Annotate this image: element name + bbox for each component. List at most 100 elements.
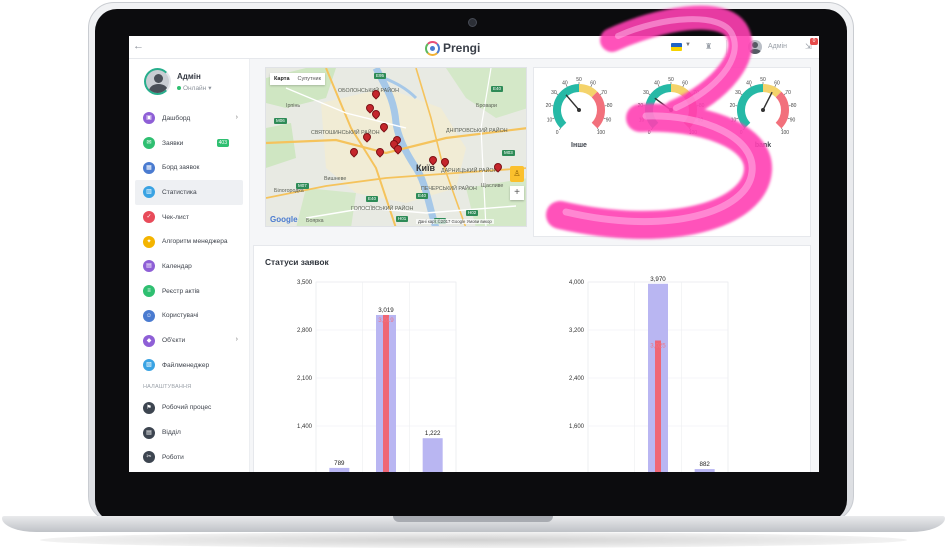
sidebar-item-bulb[interactable]: ✦ Алгоритм менеджера — [135, 229, 243, 254]
data-label: 3,970 — [650, 276, 666, 283]
sidebar-item-department[interactable]: ▤ Відділ — [135, 420, 243, 445]
sidebar: Адмін Онлайн ▾ ▣ Дашборд › ✉ Заявки 403 ▦ Борд … — [129, 59, 250, 472]
map-label: ПЕЧЕРСЬКИЙ РАЙОН — [421, 186, 477, 192]
chevron-down-icon[interactable]: ▼ — [685, 42, 691, 48]
y-tick-label: 4,000 — [569, 280, 585, 286]
gauge-hub — [577, 108, 581, 112]
road-badge: H01 — [396, 216, 409, 222]
gauge-tick-label: 40 — [654, 80, 660, 86]
sidebar-item-objects[interactable]: ◆ Об'єкти › — [135, 328, 243, 353]
map-pin[interactable] — [361, 131, 373, 143]
sidebar-item-workflow[interactable]: ⚑ Робочий процес — [135, 396, 243, 421]
bar — [655, 340, 661, 472]
sidebar-item-label: Календар — [162, 262, 192, 270]
avatar[interactable] — [748, 40, 762, 54]
map-label: Бровари — [476, 103, 497, 109]
tab-satellite[interactable]: Супутник — [294, 73, 326, 85]
sidebar-item-stats[interactable]: ▥ Статистика — [135, 180, 243, 205]
gauge-band-yellow — [578, 84, 598, 98]
map-pin-icon — [378, 121, 390, 133]
sidebar-item-files[interactable]: ▧ Файлменеджер — [135, 353, 243, 378]
map-pin[interactable] — [439, 156, 451, 168]
gauge-tick-label: 90 — [698, 118, 704, 124]
chevron-down-icon: ▾ — [208, 85, 212, 92]
map-widget[interactable]: Карта Супутник Ірпінь СВЯТОШИНСЬКИЙ РАЙОН… — [265, 67, 527, 227]
gauge-tick — [650, 128, 653, 131]
sidebar-item-ticket[interactable]: ✉ Заявки 403 — [135, 131, 243, 156]
sidebar-item-registry[interactable]: ≡ Реєстр актів — [135, 279, 243, 304]
sidebar-item-label: Статистика — [162, 188, 197, 196]
sidebar-item-tools[interactable]: ✂ Роботи — [135, 445, 243, 470]
map-pin[interactable] — [374, 146, 386, 158]
gauge-tick-label: 0 — [648, 130, 651, 136]
sidebar-item-calendar[interactable]: ▤ Календар — [135, 254, 243, 279]
statuses-title: Статуси заявок — [265, 257, 329, 267]
statuses-card: Статуси заявок 7001,4002,1002,8003,50078… — [253, 245, 811, 472]
sidebar-item-board[interactable]: ▦ Борд заявок — [135, 155, 243, 180]
top-bar: ← Prengi ▼ ♜ Адмін ⇲ 0 — [129, 36, 819, 59]
profile-status[interactable]: Онлайн ▾ — [177, 84, 212, 92]
sidebar-item-dashboard[interactable]: ▣ Дашборд › — [135, 106, 243, 131]
map-pin-icon — [492, 161, 504, 173]
map-pin[interactable] — [348, 146, 360, 158]
map-pin-icon — [370, 88, 382, 100]
sidebar-item-label: Користувачі — [162, 312, 199, 320]
gauge-dial: 0102030405060708090100 — [546, 77, 613, 136]
gauge-needle — [654, 97, 672, 111]
sidebar-item-label: Об'єкти — [162, 337, 186, 345]
sidebar-item-label: Роботи — [162, 453, 184, 461]
map-pin[interactable] — [492, 161, 504, 173]
gauge-label: Інше — [571, 142, 587, 149]
gauge-tick — [742, 128, 745, 131]
ukraine-flag-icon[interactable] — [671, 43, 682, 51]
map-pin[interactable] — [370, 108, 382, 120]
map-label: ГОЛОСІЇВСЬКИЙ РАЙОН — [351, 206, 414, 212]
map-pin[interactable] — [378, 121, 390, 133]
gauge-tick-label: 70 — [693, 90, 699, 96]
sidebar-item-label: Чек-лист — [162, 213, 189, 221]
map-label: Боярка — [306, 218, 324, 224]
map-label: Вишневе — [324, 176, 347, 182]
map-label: ДНІПРОВСЬКИЙ РАЙОН — [446, 128, 508, 134]
users-icon: ☺ — [143, 309, 155, 322]
y-tick-label: 3,200 — [569, 328, 585, 334]
road-badge: E40 — [366, 196, 379, 202]
brand-name: Prengi — [443, 41, 481, 55]
sidebar-item-label: Заявки — [162, 139, 184, 147]
top-user-name[interactable]: Адмін — [768, 43, 787, 50]
gauge-tick-label: 70 — [785, 90, 791, 96]
notification-badge: 0 — [810, 38, 818, 45]
sidebar-item-users[interactable]: ☺ Користувачі — [135, 304, 243, 329]
y-tick-label: 1,400 — [297, 424, 313, 430]
map-pin[interactable] — [392, 143, 404, 155]
map-pin[interactable] — [427, 154, 439, 166]
tab-map[interactable]: Карта — [270, 73, 294, 85]
data-label: 789 — [334, 460, 345, 467]
objects-icon: ◆ — [143, 334, 155, 347]
map-pin[interactable] — [370, 88, 382, 100]
gauge-band-red — [775, 91, 789, 129]
laptop-notch — [393, 516, 553, 522]
road-badge: M07 — [296, 183, 309, 189]
gauge-tick-label: 10 — [639, 118, 645, 124]
gauge-tick-label: 80 — [699, 103, 705, 109]
map-attribution[interactable]: Дані карт ©2017 Google Умови викор — [416, 219, 494, 224]
gauge-tick-label: 40 — [562, 80, 568, 86]
y-tick-label: 2,400 — [569, 376, 585, 382]
gauge-tick — [644, 117, 647, 119]
gauge-tick-label: 30 — [551, 90, 557, 96]
sidebar-item-checklist[interactable]: ✓ Чек-лист — [135, 205, 243, 230]
gauge-tick-label: 100 — [689, 130, 698, 136]
map-pin-icon — [374, 146, 386, 158]
status-chart-left: 7001,4002,1002,8003,5007893,0191,2224753… — [297, 280, 457, 472]
bell-icon[interactable]: ♜ — [705, 42, 712, 51]
back-arrow-icon[interactable]: ← — [133, 40, 144, 52]
gauge-band-yellow — [670, 84, 690, 98]
brand-logo[interactable]: Prengi — [425, 39, 480, 57]
profile-avatar[interactable] — [144, 68, 171, 95]
street-view-icon[interactable]: ♙ — [510, 166, 524, 182]
road-badge: M06 — [274, 118, 287, 124]
gauge-dial: 0102030405060708090100 — [730, 77, 797, 136]
zoom-in-icon[interactable]: + — [510, 186, 524, 200]
workflow-icon: ⚑ — [143, 401, 155, 414]
